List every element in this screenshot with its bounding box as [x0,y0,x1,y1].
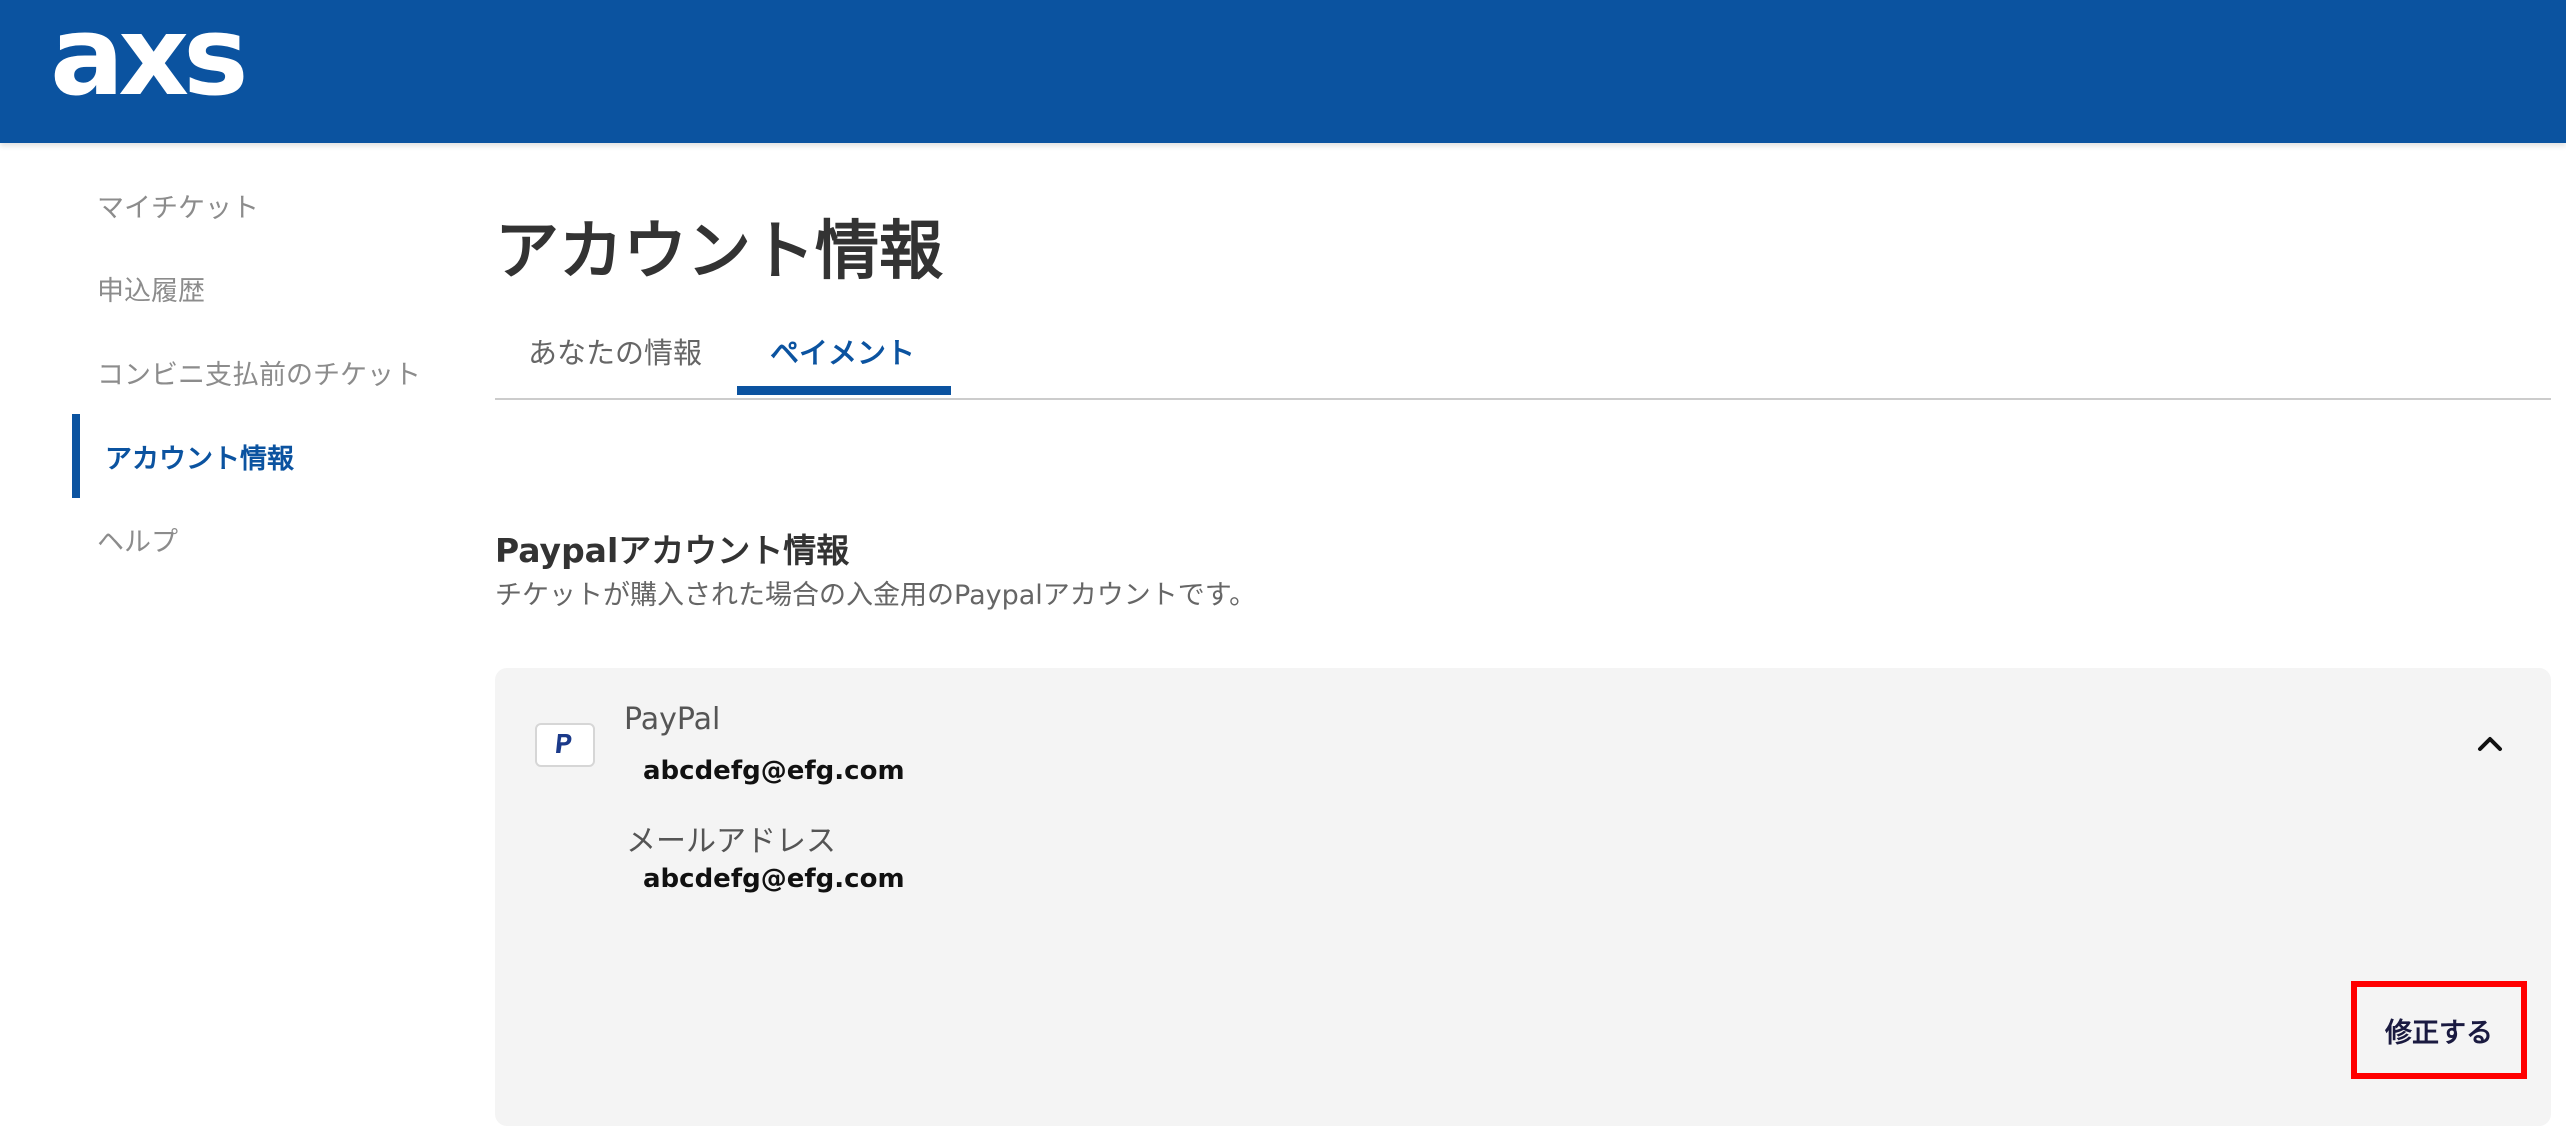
top-header: axs [0,0,2566,143]
email-label: メールアドレス [626,824,836,859]
tab-active-underline [737,386,951,395]
section-title: Paypalアカウント情報 [495,531,850,570]
tab-bar: あなたの情報 ペイメント [495,320,2551,400]
svg-text:axs: axs [50,0,244,120]
tab-payment[interactable]: ペイメント [770,330,915,372]
sidebar-item-account-info[interactable]: アカウント情報 [105,437,294,476]
sidebar-active-indicator [72,414,80,498]
paypal-icon [535,723,595,767]
tab-your-info[interactable]: あなたの情報 [528,330,702,372]
page-title: アカウント情報 [495,215,943,289]
chevron-up-icon[interactable] [2470,724,2510,764]
section-description: チケットが購入された場合の入金用のPaypalアカウントです。 [495,580,1257,611]
payment-method-account: abcdefg@efg.com [643,756,905,786]
axs-logo[interactable]: axs [50,0,290,134]
payment-method-card: PayPal abcdefg@efg.com メールアドレス abcdefg@e… [495,668,2551,1126]
sidebar-item-unpaid-tickets[interactable]: コンビニ支払前のチケット [97,353,421,392]
sidebar-item-help[interactable]: ヘルプ [97,520,178,559]
sidebar-item-my-tickets[interactable]: マイチケット [97,186,259,225]
email-value: abcdefg@efg.com [643,864,905,894]
payment-method-name: PayPal [624,702,721,737]
sidebar-item-order-history[interactable]: 申込履歴 [97,269,205,308]
edit-button[interactable]: 修正する [2351,981,2527,1079]
